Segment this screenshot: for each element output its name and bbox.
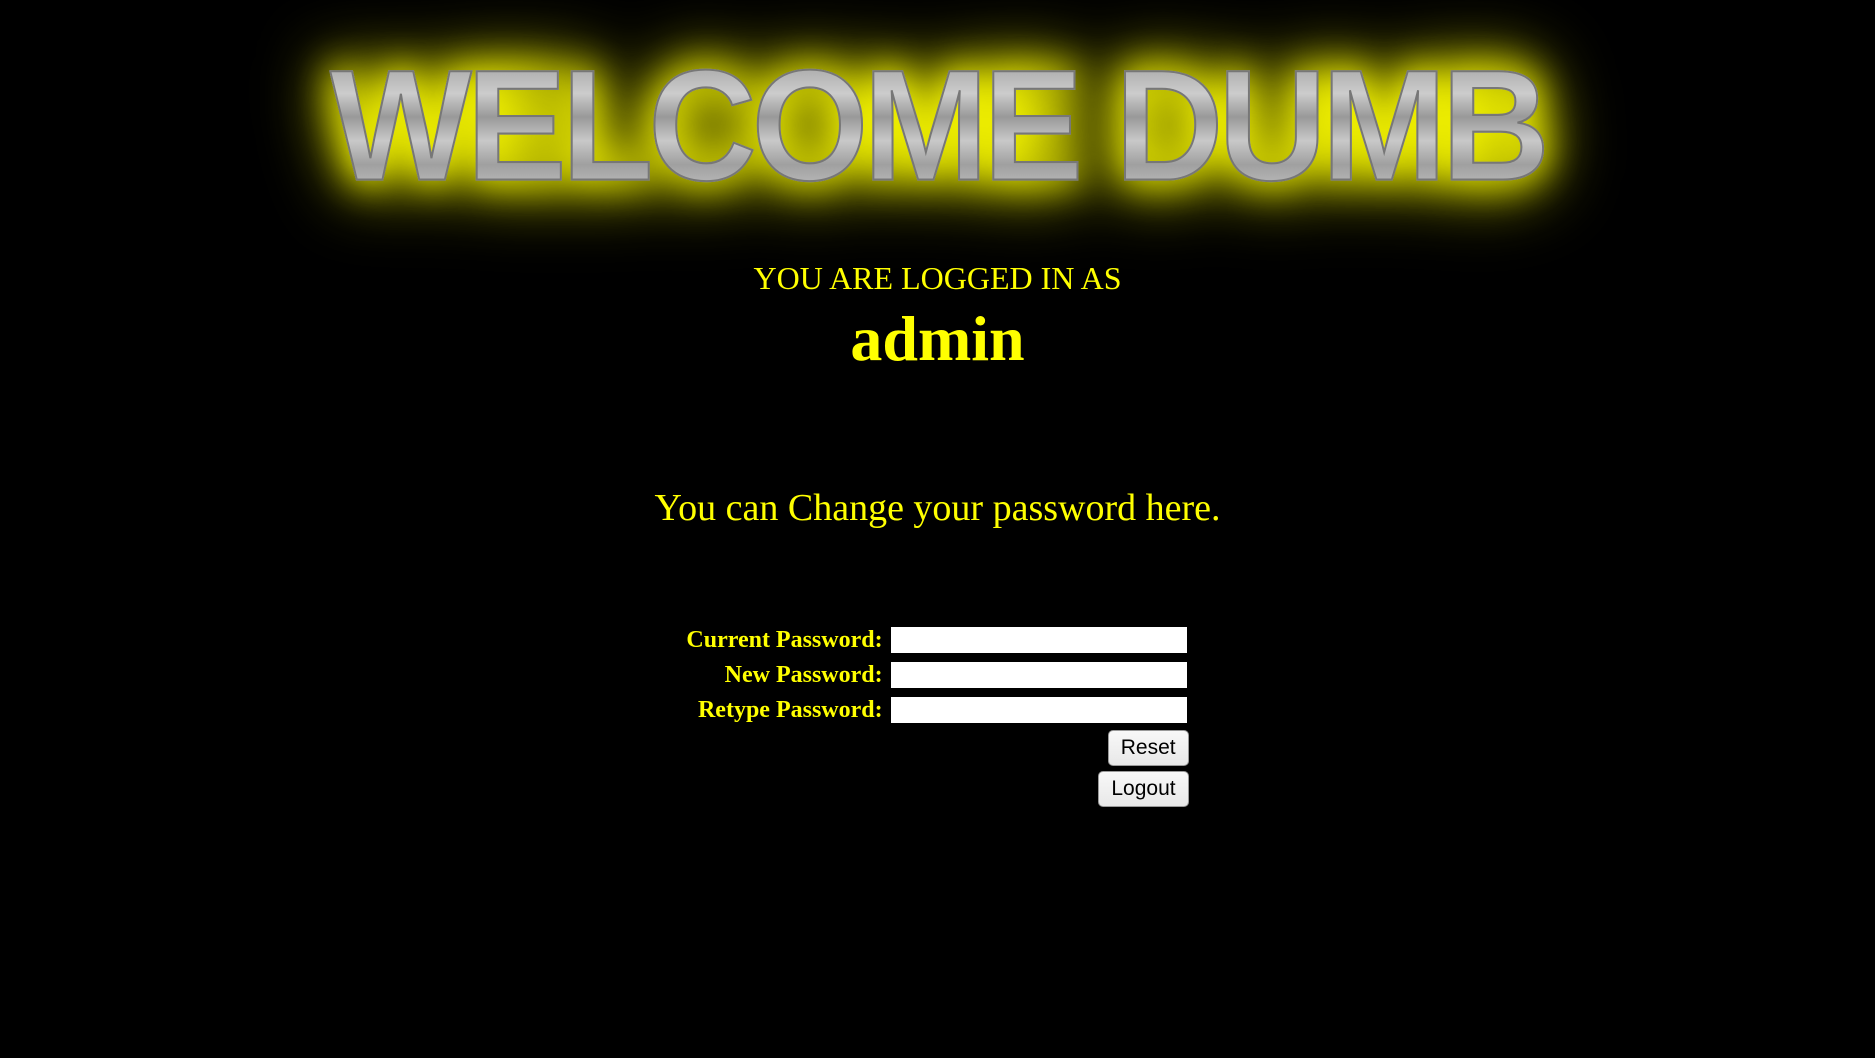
new-password-label: New Password: xyxy=(686,660,888,690)
banner-title: WELCOME DUMB xyxy=(330,46,1545,204)
current-password-label: Current Password: xyxy=(686,625,888,655)
reset-button[interactable]: Reset xyxy=(1108,730,1189,766)
password-form-wrapper: Current Password: New Password: Retype P… xyxy=(80,620,1795,812)
retype-password-row: Retype Password: xyxy=(686,695,1188,725)
page-container: WELCOME DUMB YOU ARE LOGGED IN AS admin … xyxy=(0,0,1875,862)
current-password-row: Current Password: xyxy=(686,625,1188,655)
retype-password-label: Retype Password: xyxy=(686,695,888,725)
new-password-input[interactable] xyxy=(889,660,1189,690)
password-form: Current Password: New Password: Retype P… xyxy=(686,620,1188,812)
logout-button-row: Logout xyxy=(686,771,1188,807)
change-password-heading: You can Change your password here. xyxy=(80,486,1795,530)
logged-in-label: YOU ARE LOGGED IN AS xyxy=(80,260,1795,297)
username-display: admin xyxy=(80,302,1795,376)
new-password-row: New Password: xyxy=(686,660,1188,690)
logout-button[interactable]: Logout xyxy=(1098,771,1188,807)
reset-button-row: Reset xyxy=(686,730,1188,766)
welcome-banner: WELCOME DUMB xyxy=(80,50,1795,200)
current-password-input[interactable] xyxy=(889,625,1189,655)
retype-password-input[interactable] xyxy=(889,695,1189,725)
main-content: YOU ARE LOGGED IN AS admin You can Chang… xyxy=(80,260,1795,812)
